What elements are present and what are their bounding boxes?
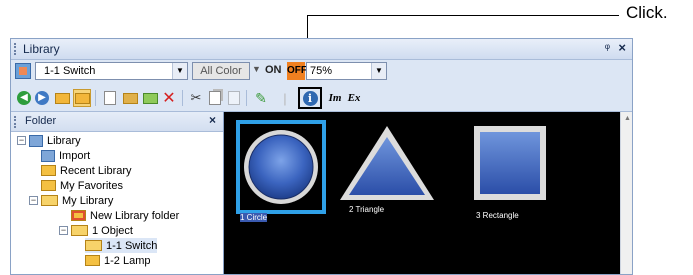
item-label-rectangle: 3 Rectangle (476, 211, 519, 220)
toolbar-separator (182, 90, 183, 106)
title-bar: Library ᵠ × (11, 39, 632, 60)
folder-open-icon (71, 225, 88, 236)
folder-open-icon (41, 195, 58, 206)
add-icon[interactable] (141, 89, 159, 107)
circle-switch-icon (248, 134, 314, 200)
tree-item-label: My Library (62, 194, 114, 207)
zoom-select-value: 75% (310, 65, 333, 77)
item-label-triangle: 2 Triangle (349, 205, 385, 214)
tree-item-label: 1 Object (92, 224, 133, 237)
tree-item-label: 1-1 Switch (106, 239, 158, 252)
library-window: Library ᵠ × 1-1 Switch ▼ All Color ▼ ON … (10, 38, 633, 275)
on-state-button[interactable]: ON (265, 64, 282, 76)
tree-item-label: Import (59, 149, 91, 162)
folder-icon (85, 255, 100, 266)
back-icon[interactable]: ◀ (15, 89, 33, 107)
chevron-down-icon[interactable]: ▼ (371, 63, 386, 79)
color-filter-button[interactable]: All Color (192, 62, 250, 80)
export-text-icon[interactable]: Ex (345, 89, 363, 107)
tree-item-label: My Favorites (60, 179, 123, 192)
import-icon[interactable] (121, 89, 139, 107)
callout-line (307, 15, 619, 16)
edit-icon[interactable]: ✎ (252, 89, 270, 107)
selector-row: 1-1 Switch ▼ All Color ▼ ON OFF 75% ▼ (11, 60, 632, 84)
tree-item-recent-library[interactable]: Recent Library (41, 163, 132, 178)
off-state-button[interactable]: OFF (287, 62, 307, 80)
collapse-icon[interactable]: − (29, 196, 38, 205)
tree-item-1-2-lamp[interactable]: 1-2 Lamp (85, 253, 150, 268)
callout-highlight-box (298, 87, 322, 109)
scroll-up-icon[interactable]: ▲ (624, 115, 631, 122)
import-text-icon[interactable]: Im (326, 89, 344, 107)
library-select[interactable]: 1-1 Switch ▼ (35, 62, 188, 80)
cut-icon[interactable]: ✂ (187, 89, 205, 107)
item-circle[interactable] (236, 120, 326, 214)
callout-text: Click. (626, 3, 668, 22)
triangle-switch-icon (349, 137, 425, 195)
tree-item-1-1-switch[interactable]: 1-1 Switch (85, 238, 158, 253)
library-icon (15, 63, 31, 79)
collapse-icon[interactable]: − (17, 136, 26, 145)
folder-pane-title: Folder (25, 115, 57, 127)
folder-open-icon (85, 240, 102, 251)
folder-pane-header: Folder × (11, 112, 223, 132)
folder-up-icon[interactable] (53, 89, 71, 107)
vertical-scrollbar[interactable]: ▲ (620, 112, 632, 274)
new-icon[interactable] (101, 89, 119, 107)
item-label-circle: 1 Circle (240, 213, 268, 222)
import-icon (41, 149, 55, 162)
parts-svg (236, 120, 546, 214)
library-select-value: 1-1 Switch (44, 65, 96, 77)
parts-canvas: 1 Circle 2 Triangle 3 Rectangle (224, 112, 620, 274)
pin-icon[interactable]: ᵠ (605, 41, 610, 55)
tree-item-label: Library (47, 134, 81, 147)
window-title: Library (23, 42, 60, 56)
item-triangle[interactable] (340, 126, 434, 200)
tree-item-new-library-folder[interactable]: New Library folder (71, 208, 179, 223)
copy-icon[interactable] (206, 89, 224, 107)
delete-icon[interactable]: ✕ (160, 89, 178, 107)
tree-item-library[interactable]: Library (29, 133, 81, 148)
tree-item-label: Recent Library (60, 164, 132, 177)
close-window-button[interactable]: × (618, 40, 626, 55)
rectangle-switch-icon (480, 132, 540, 194)
folder-icon (41, 165, 56, 176)
forward-icon[interactable]: ▶ (33, 89, 51, 107)
folder-pane: Folder × − Library Import Recent Library… (11, 112, 224, 274)
new-folder-icon (71, 210, 86, 221)
collapse-icon[interactable]: − (59, 226, 68, 235)
grip-icon[interactable] (14, 43, 18, 55)
zoom-select[interactable]: 75% ▼ (306, 62, 387, 80)
library-icon (29, 134, 43, 147)
separator-tick: | (283, 90, 287, 106)
grip-icon[interactable] (14, 116, 18, 128)
chevron-down-icon[interactable]: ▼ (172, 63, 187, 79)
tree-item-1-object[interactable]: 1 Object (71, 223, 133, 238)
close-pane-button[interactable]: × (209, 113, 216, 127)
folder-view-icon[interactable] (73, 89, 91, 107)
paste-icon[interactable] (225, 89, 243, 107)
tree-item-import[interactable]: Import (41, 148, 90, 163)
toolbar-separator (95, 90, 96, 106)
tree-item-my-favorites[interactable]: My Favorites (41, 178, 123, 193)
tree-item-my-library[interactable]: My Library (41, 193, 113, 208)
tree-item-label: New Library folder (90, 209, 180, 222)
folder-tree: − Library Import Recent Library My Favor… (11, 132, 223, 274)
chevron-down-icon[interactable]: ▼ (252, 64, 261, 74)
toolbar-separator (246, 90, 247, 106)
tree-item-label: 1-2 Lamp (104, 254, 151, 267)
folder-icon (41, 180, 56, 191)
item-rectangle[interactable] (474, 126, 546, 200)
